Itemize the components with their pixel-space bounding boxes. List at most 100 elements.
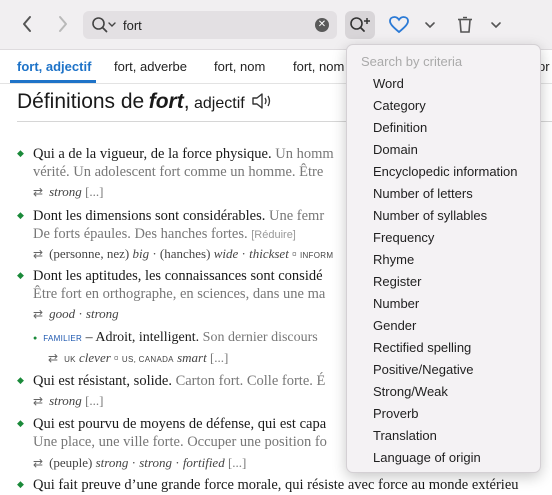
criteria-placeholder: Search by criteria — [361, 54, 463, 69]
criteria-item-strong-weak[interactable]: Strong/Weak — [373, 384, 448, 399]
reduce-link[interactable]: [Réduire] — [251, 229, 296, 241]
criteria-item-number[interactable]: Number — [373, 296, 419, 311]
chevron-left-icon — [23, 16, 31, 32]
region-tag: UK — [64, 355, 76, 364]
synonym[interactable]: fortified — [183, 455, 225, 470]
title-comma: , — [183, 90, 190, 113]
more-link[interactable]: [...] — [85, 184, 103, 199]
synonym[interactable]: strong — [96, 455, 129, 470]
criteria-item-register[interactable]: Register — [373, 274, 421, 289]
definition-text: Dont les dimensions sont considérables. — [33, 208, 266, 224]
trash-button[interactable] — [453, 11, 477, 39]
chevron-right-icon — [59, 16, 67, 32]
chevron-down-icon — [491, 22, 501, 29]
criteria-item-gender[interactable]: Gender — [373, 318, 416, 333]
heart-icon — [389, 16, 409, 34]
bullet-icon: ◆ — [17, 479, 24, 489]
context-label: (personne, nez) — [49, 246, 130, 261]
search-criteria-menu: Search by criteria Word Category Definit… — [346, 44, 541, 473]
register-tag: FAMILIER — [43, 334, 83, 343]
part-of-speech: adjectif — [194, 95, 245, 112]
criteria-item-encyclopedic[interactable]: Encyclopedic information — [373, 164, 518, 179]
back-button[interactable] — [14, 10, 40, 38]
active-tab-indicator — [10, 80, 96, 83]
search-input[interactable] — [123, 15, 303, 35]
arrows-icon: ⇄ — [48, 351, 59, 365]
definition-example: De forts épaules. Des hanches fortes. — [33, 226, 248, 242]
criteria-item-domain[interactable]: Domain — [373, 142, 418, 157]
magnifier-icon[interactable] — [91, 16, 117, 39]
synonym[interactable]: strong — [86, 306, 119, 321]
synonym[interactable]: strong — [49, 393, 82, 408]
bullet-icon: ◆ — [17, 210, 24, 220]
synonym[interactable]: clever — [79, 350, 111, 365]
synonyms-2: ⇄ (personne, nez) big · (hanches) wide · … — [33, 246, 334, 261]
context-label: (peuple) — [49, 455, 93, 470]
trash-menu-button[interactable] — [486, 11, 506, 39]
bullet-icon: ● — [33, 334, 38, 342]
criteria-item-syllables[interactable]: Number of syllables — [373, 208, 487, 223]
synonyms-4: ⇄ strong [...] — [33, 393, 103, 409]
criteria-item-letters[interactable]: Number of letters — [373, 186, 473, 201]
arrows-icon: ⇄ — [33, 307, 44, 321]
tab-fort-adjectif[interactable]: fort, adjectif — [17, 59, 91, 74]
criteria-item-rhyme[interactable]: Rhyme — [373, 252, 414, 267]
synonym[interactable]: thickset — [249, 246, 289, 261]
context-label: (hanches) — [159, 246, 211, 261]
clear-icon[interactable]: ✕ — [315, 18, 329, 32]
search-criteria-button[interactable] — [345, 11, 375, 39]
definition-text: Adroit, intelligent. — [95, 330, 200, 345]
synonym[interactable]: strong — [139, 455, 172, 470]
more-link[interactable]: [...] — [85, 393, 103, 408]
criteria-item-positive-negative[interactable]: Positive/Negative — [373, 362, 473, 377]
region-tag: US, CANADA — [121, 355, 174, 364]
favorite-menu-button[interactable] — [420, 11, 440, 39]
synonyms-1: ⇄ strong [...] — [33, 184, 103, 200]
synonyms-3c: ⇄ UK clever ▫ US, CANADA smart [...] — [48, 350, 229, 365]
tab-fort-nom[interactable]: fort, nom — [214, 59, 265, 74]
bullet-icon: ◆ — [17, 270, 24, 280]
tab-fort-nom-2[interactable]: fort, nom — [293, 59, 344, 74]
synonym[interactable]: good — [49, 306, 75, 321]
speaker-icon[interactable] — [251, 92, 273, 115]
criteria-item-word[interactable]: Word — [373, 76, 404, 91]
favorite-button[interactable] — [386, 11, 412, 39]
definition-text: Dont les aptitudes, les connaissances so… — [33, 268, 323, 284]
arrows-icon: ⇄ — [33, 247, 44, 261]
synonym[interactable]: big — [132, 246, 149, 261]
definition-text: Qui est pourvu de moyens de défense, qui… — [33, 416, 327, 432]
search-plus-icon — [350, 17, 370, 32]
criteria-item-proverb[interactable]: Proverb — [373, 406, 419, 421]
synonyms-5: ⇄ (peuple) strong · strong · fortified [.… — [33, 455, 247, 470]
criteria-item-frequency[interactable]: Frequency — [373, 230, 434, 245]
bullet-icon: ◆ — [17, 418, 24, 428]
toolbar: ✕ — [0, 0, 552, 50]
criteria-item-rectified-spelling[interactable]: Rectified spelling — [373, 340, 471, 355]
definition-example: Son dernier discours — [199, 330, 318, 345]
criteria-item-category[interactable]: Category — [373, 98, 426, 113]
headword: fort — [148, 90, 184, 113]
dash: – — [85, 330, 93, 345]
definition-example: Un homm — [271, 146, 334, 162]
synonyms-3: ⇄ good · strong — [33, 306, 119, 321]
search-field[interactable]: ✕ — [83, 11, 337, 39]
more-link[interactable]: [...] — [210, 350, 228, 365]
definition-6: ◆ Qui fait preuve d’une grande force mora… — [17, 475, 552, 495]
tab-fort-adverbe[interactable]: fort, adverbe — [114, 59, 187, 74]
more-link[interactable]: [...] — [228, 455, 246, 470]
criteria-item-language-of-origin[interactable]: Language of origin — [373, 450, 481, 465]
definition-text: Qui fait preuve d’une grande force moral… — [33, 477, 519, 493]
synonym[interactable]: wide — [214, 246, 239, 261]
definition-example: Une femr — [265, 208, 325, 224]
trash-icon — [458, 16, 472, 33]
arrows-icon: ⇄ — [33, 456, 44, 470]
definition-text: Qui a de la vigueur, de la force physiqu… — [33, 146, 272, 162]
criteria-item-translation[interactable]: Translation — [373, 428, 437, 443]
forward-button[interactable] — [50, 10, 76, 38]
bullet-icon: ◆ — [17, 148, 24, 158]
page-title: Définitions de fort, adjectif — [17, 90, 273, 115]
synonym[interactable]: strong — [49, 184, 82, 199]
register-tag: INFORM — [299, 251, 334, 260]
criteria-item-definition[interactable]: Definition — [373, 120, 427, 135]
synonym[interactable]: smart — [177, 350, 207, 365]
